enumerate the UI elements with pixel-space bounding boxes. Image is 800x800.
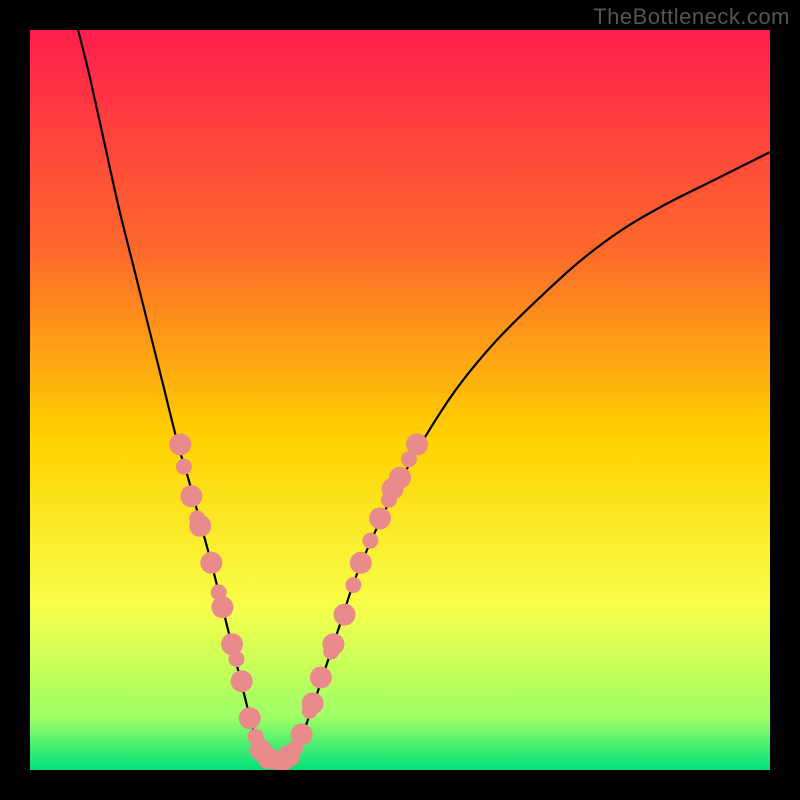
chart-container: TheBottleneck.com <box>0 0 800 800</box>
plot-area <box>30 30 770 772</box>
highlight-dot <box>406 433 428 455</box>
highlight-dot <box>180 485 202 507</box>
highlight-dot <box>200 552 222 574</box>
highlight-dot <box>369 507 391 529</box>
highlight-dot <box>228 651 244 667</box>
highlight-dot <box>231 670 253 692</box>
highlight-dot <box>291 723 313 745</box>
highlight-dot <box>176 459 192 475</box>
highlight-dot <box>310 667 332 689</box>
highlight-dot <box>322 633 344 655</box>
highlight-dot <box>239 707 261 729</box>
highlight-dot <box>211 596 233 618</box>
highlight-dot <box>334 604 356 626</box>
highlight-dot <box>362 533 378 549</box>
gradient-background <box>30 30 770 770</box>
highlight-dot <box>350 552 372 574</box>
bottleneck-chart <box>0 0 800 800</box>
highlight-dot <box>389 467 411 489</box>
highlight-dot <box>302 692 324 714</box>
highlight-dot <box>169 433 191 455</box>
highlight-dot <box>189 515 211 537</box>
highlight-dot <box>345 577 361 593</box>
